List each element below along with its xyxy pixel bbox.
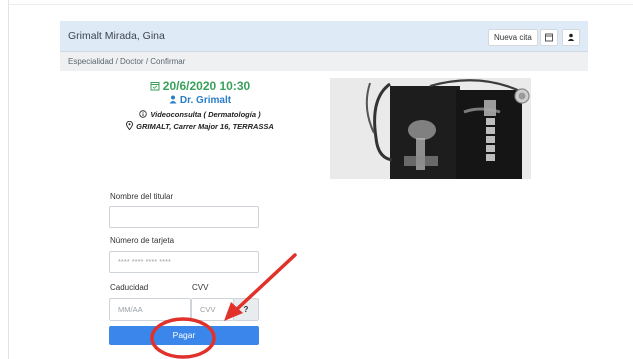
appointment-summary: 20/6/2020 10:30 Dr. Grimalt Videoconsult… <box>100 79 300 132</box>
cvv-help-button[interactable]: ? <box>233 298 259 321</box>
patient-name: Grimalt Mirada, Gina <box>68 30 165 42</box>
header-bar: Grimalt Mirada, Gina Nueva cita <box>60 21 588 52</box>
calendar-icon <box>545 33 553 42</box>
xray-stethoscope-illustration <box>330 78 531 179</box>
user-icon <box>567 33 575 41</box>
breadcrumb: Especialidad / Doctor / Confirmar <box>60 52 588 71</box>
appointment-datetime: 20/6/2020 10:30 <box>100 79 300 93</box>
card-number-label: Número de tarjeta <box>110 236 175 245</box>
doctor-name: Dr. Grimalt <box>179 95 232 106</box>
appointment-doctor: Dr. Grimalt <box>100 94 300 107</box>
calendar-button[interactable] <box>540 29 558 46</box>
expiry-label: Caducidad <box>110 283 149 292</box>
calendar-icon <box>150 82 160 91</box>
appointment-type: Videoconsulta ( Dermatología ) <box>100 109 300 120</box>
page-left-border <box>8 0 9 359</box>
map-pin-icon <box>126 121 134 130</box>
page-top-line <box>8 4 633 5</box>
holder-name-input[interactable] <box>109 206 259 228</box>
cvv-label: CVV <box>192 283 209 292</box>
card-number-input[interactable]: **** **** **** **** <box>109 251 259 273</box>
user-icon <box>169 95 177 104</box>
address-text: GRIMALT, Carrer Major 16, TERRASSA <box>136 122 274 131</box>
new-appointment-button[interactable]: Nueva cita <box>488 29 538 46</box>
cvv-input[interactable]: CVV <box>191 298 234 321</box>
expiry-input[interactable]: MM/AA <box>109 298 191 321</box>
medical-hero-image <box>330 78 531 179</box>
consult-type-text: Videoconsulta ( Dermatología ) <box>150 110 261 119</box>
info-circle-icon <box>139 110 148 118</box>
appointment-address: GRIMALT, Carrer Major 16, TERRASSA <box>100 121 300 132</box>
pay-button[interactable]: Pagar <box>109 326 259 345</box>
appointment-datetime-text: 20/6/2020 10:30 <box>162 79 251 93</box>
user-button[interactable] <box>562 29 580 46</box>
holder-label: Nombre del titular <box>110 192 174 201</box>
